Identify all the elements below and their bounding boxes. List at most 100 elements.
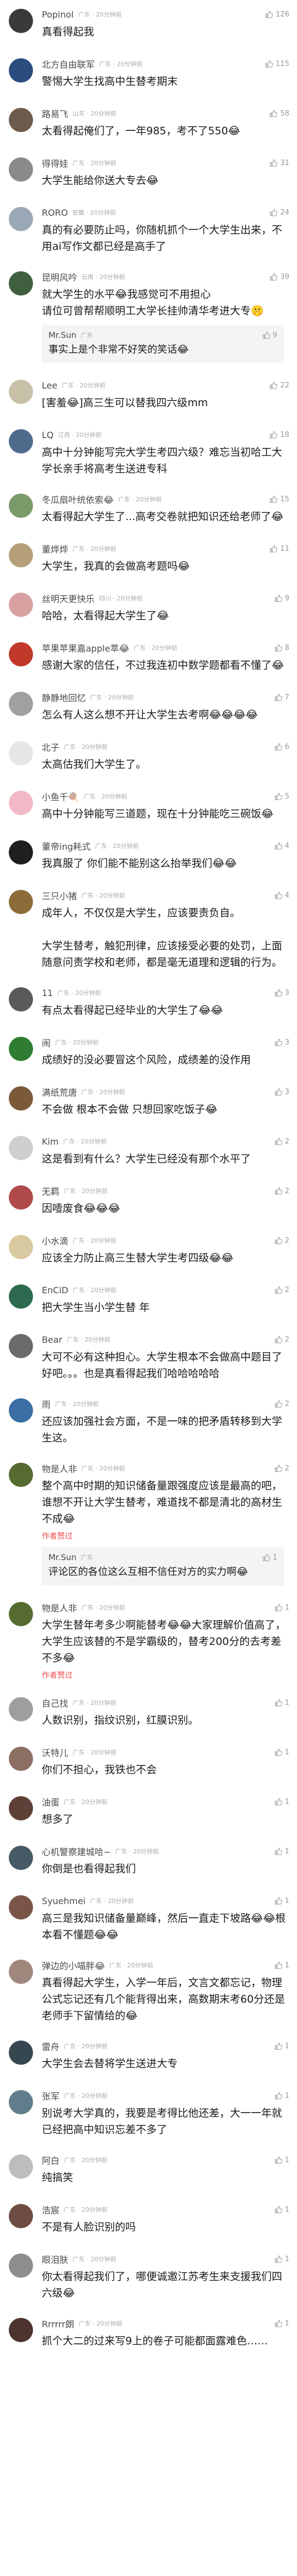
like-button[interactable]: 2 (271, 1336, 289, 1344)
like-button[interactable]: 2 (271, 1187, 289, 1195)
commenter-name[interactable]: Syuehmei (42, 1896, 86, 1906)
like-button[interactable]: 4 (271, 892, 289, 900)
commenter-name[interactable]: 小水滴 (42, 1234, 68, 1247)
avatar[interactable] (9, 1895, 33, 1919)
avatar[interactable] (9, 1796, 33, 1820)
like-button[interactable]: 22 (266, 381, 289, 390)
avatar[interactable] (9, 1846, 33, 1870)
commenter-name[interactable]: 闹 (42, 1036, 51, 1049)
like-button[interactable]: 2 (271, 1137, 289, 1146)
like-button[interactable]: 3 (271, 1088, 289, 1096)
avatar[interactable] (9, 2254, 33, 2278)
avatar[interactable] (9, 741, 33, 765)
commenter-name[interactable]: Bear (42, 1335, 62, 1345)
avatar[interactable] (9, 1136, 33, 1160)
commenter-name[interactable]: 董烨烨 (42, 542, 68, 555)
like-button[interactable]: 1 (271, 1897, 289, 1905)
reply-name[interactable]: Mr.Sun (48, 330, 76, 340)
avatar[interactable] (9, 1086, 33, 1111)
like-button[interactable]: 58 (266, 110, 289, 118)
avatar[interactable] (9, 890, 33, 914)
like-button[interactable]: 6 (271, 743, 289, 751)
commenter-name[interactable]: 路易飞 (42, 107, 68, 120)
avatar[interactable] (9, 642, 33, 666)
reply-box[interactable]: Mr.Sun 广东 9 事实上是个非常不好笑的笑话😂 (42, 325, 284, 363)
like-button[interactable]: 8 (271, 644, 289, 652)
like-button[interactable]: 11 (266, 545, 289, 553)
like-button[interactable]: 1 (271, 2320, 289, 2328)
like-button[interactable]: 31 (266, 159, 289, 167)
commenter-name[interactable]: 得得娃 (42, 156, 68, 169)
like-button[interactable]: 1 (271, 2255, 289, 2263)
avatar[interactable] (9, 1037, 33, 1061)
commenter-name[interactable]: 小鱼千🍭 (42, 790, 79, 803)
avatar[interactable] (9, 58, 33, 83)
commenter-name[interactable]: 浩宸 (42, 2203, 59, 2216)
avatar[interactable] (9, 1284, 33, 1309)
commenter-name[interactable]: 北方自由联军 (42, 57, 95, 70)
commenter-name[interactable]: 物是人非 (42, 1462, 77, 1475)
like-button[interactable]: 2 (271, 1400, 289, 1408)
avatar[interactable] (9, 791, 33, 815)
avatar[interactable] (9, 1602, 33, 1626)
reply-like-button[interactable]: 9 (259, 331, 277, 340)
avatar[interactable] (9, 380, 33, 404)
like-button[interactable]: 1 (271, 2092, 289, 2100)
reply-name[interactable]: Mr.Sun (48, 1552, 76, 1562)
like-button[interactable]: 18 (266, 431, 289, 439)
commenter-name[interactable]: Kim (42, 1136, 59, 1147)
avatar[interactable] (9, 987, 33, 1011)
like-button[interactable]: 1 (271, 2156, 289, 2164)
avatar[interactable] (9, 840, 33, 865)
avatar[interactable] (9, 207, 33, 231)
commenter-name[interactable]: 三只小猪 (42, 889, 77, 902)
commenter-name[interactable]: 油蛋 (42, 1795, 59, 1808)
like-button[interactable]: 39 (266, 273, 289, 281)
commenter-name[interactable]: 北子 (42, 740, 59, 753)
reply-box[interactable]: Mr.Sun 广东 1 评论区的各位这么互相不信任对方的实力啊😂 (42, 1547, 284, 1585)
commenter-name[interactable]: 满纸荒唐 (42, 1085, 77, 1098)
like-button[interactable]: 9 (271, 594, 289, 603)
like-button[interactable]: 7 (271, 693, 289, 702)
commenter-name[interactable]: 雨 (42, 1397, 51, 1410)
like-button[interactable]: 2 (271, 1464, 289, 1473)
avatar[interactable] (9, 692, 33, 716)
like-button[interactable]: 1 (271, 1798, 289, 1806)
commenter-name[interactable]: EnCiD (42, 1285, 68, 1295)
like-button[interactable]: 1 (271, 1699, 289, 1707)
commenter-name[interactable]: 雷舟 (42, 2039, 59, 2053)
commenter-name[interactable]: 苹果苹果嘉apple萃😂 (42, 641, 129, 654)
commenter-name[interactable]: 董帝ing耗式 (42, 839, 91, 852)
commenter-name[interactable]: 11 (42, 988, 53, 998)
like-button[interactable]: 2 (271, 1237, 289, 1245)
avatar[interactable] (9, 157, 33, 182)
commenter-name[interactable]: Lee (42, 380, 57, 391)
commenter-name[interactable]: Rrrrrr朗 (42, 2317, 74, 2330)
commenter-name[interactable]: 阿白 (42, 2153, 59, 2167)
avatar[interactable] (9, 1334, 33, 1358)
commenter-name[interactable]: RORO (42, 207, 68, 218)
commenter-name[interactable]: LQ (42, 430, 54, 440)
commenter-name[interactable]: 无羁 (42, 1184, 59, 1197)
reply-like-button[interactable]: 1 (259, 1554, 277, 1562)
avatar[interactable] (9, 1960, 33, 1984)
like-button[interactable]: 1 (271, 1847, 289, 1856)
commenter-name[interactable]: 物是人非 (42, 1601, 77, 1614)
avatar[interactable] (9, 2041, 33, 2065)
avatar[interactable] (9, 1235, 33, 1259)
like-button[interactable]: 3 (271, 1038, 289, 1047)
avatar[interactable] (9, 593, 33, 617)
avatar[interactable] (9, 1747, 33, 1771)
avatar[interactable] (9, 2090, 33, 2114)
avatar[interactable] (9, 1463, 33, 1487)
commenter-name[interactable]: 丝明天更快乐 (42, 592, 95, 605)
like-button[interactable]: 126 (262, 10, 289, 19)
avatar[interactable] (9, 1697, 33, 1721)
like-button[interactable]: 1 (271, 2206, 289, 2214)
avatar[interactable] (9, 9, 33, 33)
avatar[interactable] (9, 271, 33, 296)
avatar[interactable] (9, 494, 33, 518)
like-button[interactable]: 1 (271, 1604, 289, 1612)
commenter-name[interactable]: 静静地回忆 (42, 691, 86, 704)
commenter-name[interactable]: 沃特儿 (42, 1746, 68, 1759)
